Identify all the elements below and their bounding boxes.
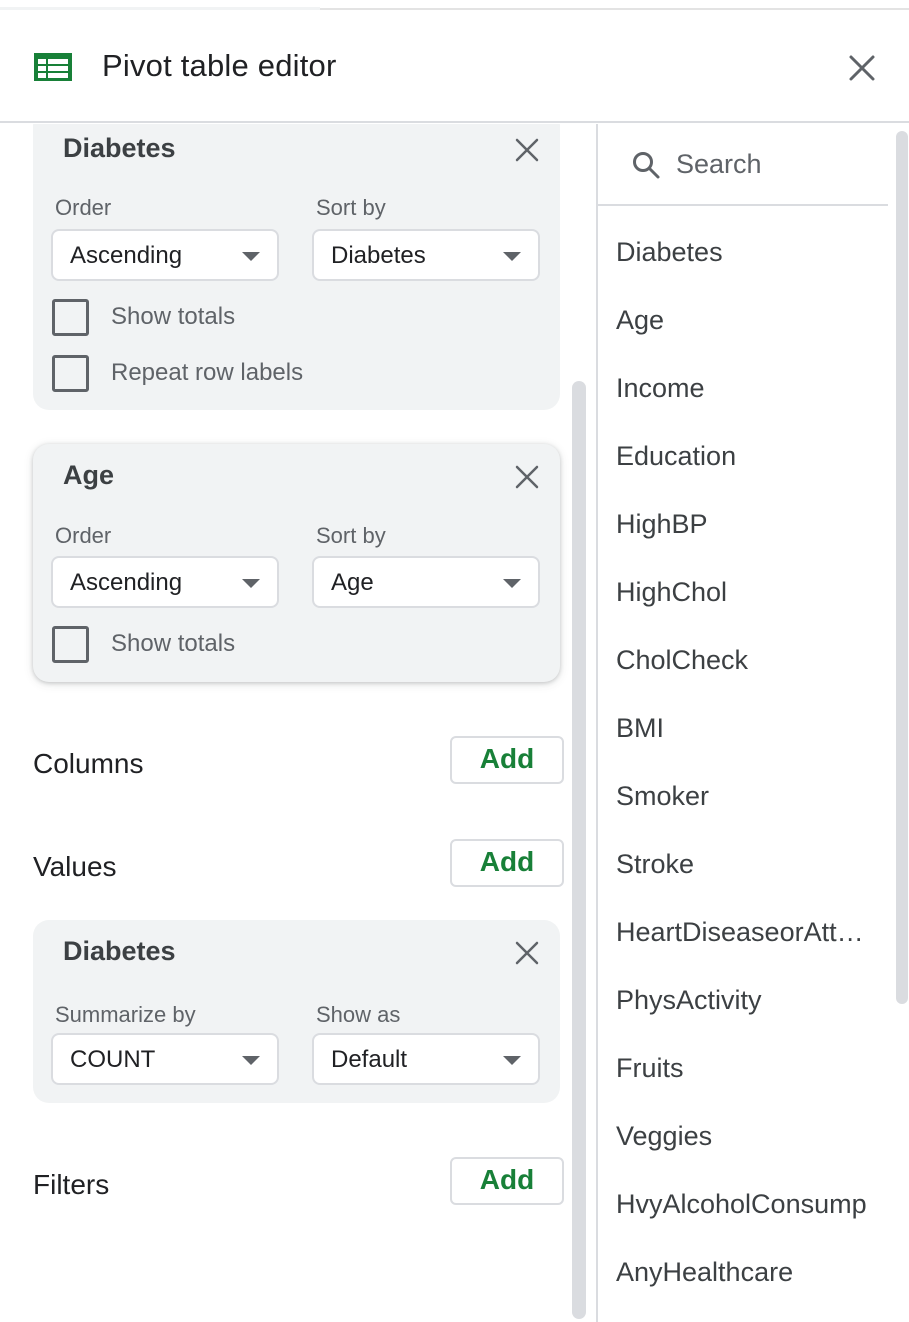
sortby-select-value: Age: [331, 569, 374, 596]
field-list-item[interactable]: HeartDiseaseorAttack: [616, 914, 878, 982]
dropdown-caret-icon: [242, 579, 260, 588]
dropdown-caret-icon: [242, 252, 260, 261]
row-card-title: Diabetes: [63, 133, 176, 163]
field-list: Diabetes Age Income Education HighBP HighChol…: [616, 234, 878, 1322]
row-card-title: Age: [63, 460, 115, 490]
sortby-select[interactable]: Age: [312, 556, 540, 608]
close-editor-icon[interactable]: [846, 52, 878, 84]
sortby-select-value: Diabetes: [331, 242, 426, 269]
field-list-item[interactable]: Diabetes: [616, 234, 878, 302]
repeat-row-labels-checkbox[interactable]: [52, 355, 89, 392]
value-field-card-diabetes: Diabetes Summarize by Show as COUNT Defa…: [33, 920, 560, 1103]
field-list-item[interactable]: BMI: [616, 710, 878, 778]
filters-section-label: Filters: [33, 1169, 110, 1200]
order-label: Order: [55, 523, 112, 548]
field-list-item[interactable]: CholCheck: [616, 642, 878, 710]
field-list-item[interactable]: Stroke: [616, 846, 878, 914]
field-search-bar: [598, 124, 888, 206]
dropdown-caret-icon: [503, 1056, 521, 1065]
sortby-label: Sort by: [316, 195, 386, 220]
field-list-item[interactable]: Age: [616, 302, 878, 370]
editor-title: Pivot table editor: [102, 48, 337, 83]
show-totals-checkbox[interactable]: [52, 299, 89, 336]
value-card-title: Diabetes: [63, 936, 176, 966]
editor-header: Pivot table editor: [0, 10, 909, 123]
left-panel-scrollbar[interactable]: [572, 381, 586, 1319]
add-value-button[interactable]: Add: [450, 839, 564, 887]
order-select[interactable]: Ascending: [51, 229, 279, 281]
add-filter-button[interactable]: Add: [450, 1157, 564, 1205]
show-totals-label: Show totals: [111, 630, 236, 657]
field-list-item[interactable]: Veggies: [616, 1118, 878, 1186]
field-list-item[interactable]: Fruits: [616, 1050, 878, 1118]
field-list-item[interactable]: AnyHealthcare: [616, 1254, 878, 1322]
field-list-scrollbar[interactable]: [896, 131, 908, 1004]
field-list-item[interactable]: Income: [616, 370, 878, 438]
dropdown-caret-icon: [503, 579, 521, 588]
field-list-panel: DiabetesAgeIncomeEducationHighBPHighChol…: [596, 124, 909, 1322]
remove-row-field-icon[interactable]: [514, 137, 540, 163]
field-list-item[interactable]: HvyAlcoholConsump: [616, 1186, 878, 1254]
order-select-value: Ascending: [70, 569, 183, 596]
dropdown-caret-icon: [503, 252, 521, 261]
columns-section-label: Columns: [33, 748, 144, 779]
order-select-value: Ascending: [70, 242, 183, 269]
show-totals-label: Show totals: [111, 303, 236, 330]
repeat-row-labels-label: Repeat row labels: [111, 359, 304, 386]
order-select[interactable]: Ascending: [51, 556, 279, 608]
editor-left-panel: Diabetes Order Sort by Ascending Diabete…: [0, 124, 596, 1322]
sortby-select[interactable]: Diabetes: [312, 229, 540, 281]
row-field-card-diabetes: Diabetes Order Sort by Ascending Diabete…: [33, 124, 560, 410]
values-section-label: Values: [33, 851, 117, 882]
summarize-by-select[interactable]: COUNT: [51, 1033, 279, 1085]
field-list-item[interactable]: Education: [616, 438, 878, 506]
show-as-label: Show as: [316, 1002, 401, 1027]
sheets-table-icon: [34, 53, 72, 81]
order-label: Order: [55, 195, 112, 220]
summarize-by-label: Summarize by: [55, 1002, 196, 1027]
field-list-item[interactable]: PhysActivity: [616, 982, 878, 1050]
search-icon: [633, 152, 660, 179]
field-list-item[interactable]: Smoker: [616, 778, 878, 846]
show-as-select[interactable]: Default: [312, 1033, 540, 1085]
field-list-item[interactable]: HighChol: [616, 574, 878, 642]
show-totals-checkbox[interactable]: [52, 626, 89, 663]
add-column-button[interactable]: Add: [450, 736, 564, 784]
remove-value-field-icon[interactable]: [514, 940, 540, 966]
row-field-card-age: Age Order Sort by Ascending Age Show tot…: [33, 444, 560, 682]
sortby-label: Sort by: [316, 523, 386, 548]
show-as-select-value: Default: [331, 1046, 408, 1073]
summarize-by-select-value: COUNT: [70, 1046, 156, 1073]
field-search-input[interactable]: [676, 144, 876, 184]
field-list-item[interactable]: HighBP: [616, 506, 878, 574]
remove-row-field-icon[interactable]: [514, 464, 540, 490]
dropdown-caret-icon: [242, 1056, 260, 1065]
